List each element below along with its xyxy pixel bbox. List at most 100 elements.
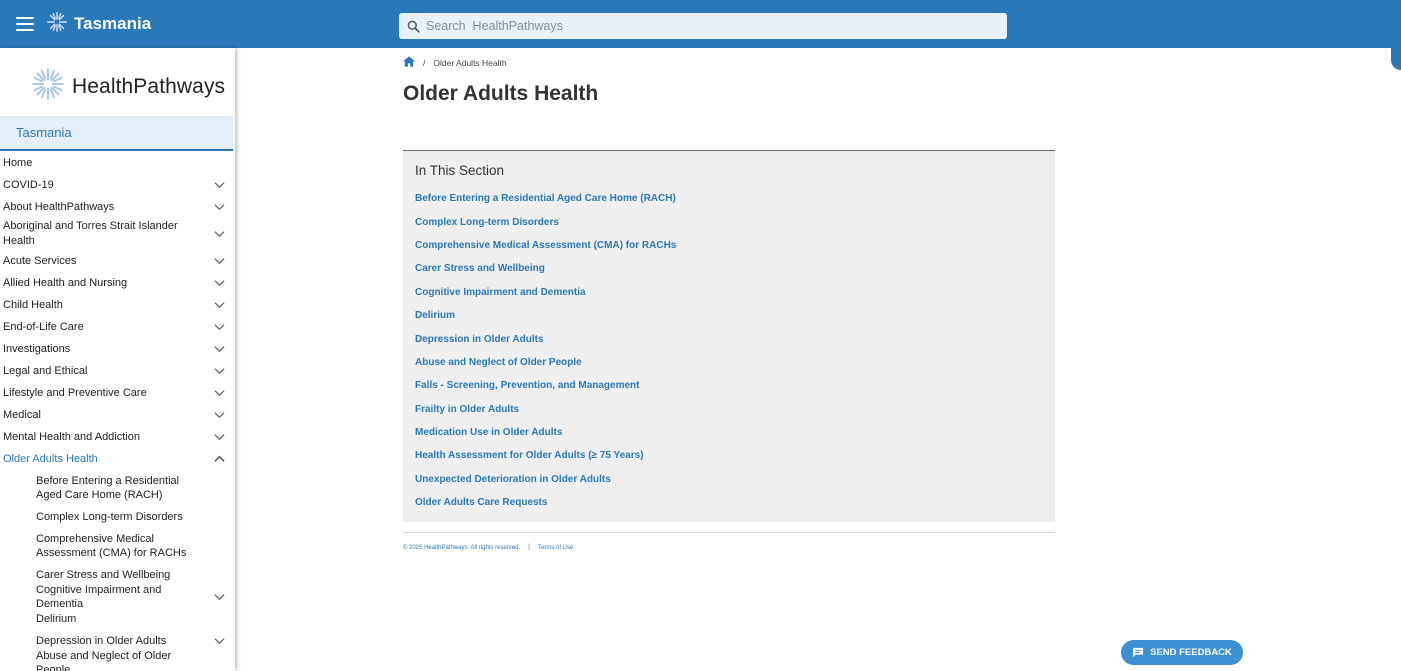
chevron-down-icon[interactable] (214, 300, 225, 309)
section-link-item: Medication Use in Older Adults (415, 421, 1055, 444)
sidebar-subitem-label: Before Entering a Residential Aged Care … (36, 475, 180, 501)
chevron-down-icon[interactable] (214, 322, 225, 331)
sidebar-item-label: Acute Services (3, 254, 77, 267)
sidebar-item[interactable]: Mental Health and Addiction (0, 426, 235, 448)
section-links: Before Entering a Residential Aged Care … (415, 187, 1055, 514)
section-link[interactable]: Carer Stress and Wellbeing (415, 263, 545, 274)
section-link[interactable]: Depression in Older Adults (415, 334, 544, 345)
chevron-down-icon[interactable] (214, 592, 225, 601)
chevron-down-icon[interactable] (214, 432, 225, 441)
sidebar-region-label: Tasmania (16, 125, 72, 140)
chevron-down-icon[interactable] (214, 344, 225, 353)
sidebar-item-label: Investigations (3, 342, 71, 355)
terms-link[interactable]: Terms of Use (538, 545, 573, 551)
chevron-down-icon[interactable] (214, 278, 225, 287)
section-link[interactable]: Abuse and Neglect of Older People (415, 357, 582, 368)
sidebar-item-label: Older Adults Health (3, 452, 98, 465)
sidebar-subitem[interactable]: Delirium (0, 608, 235, 630)
chevron-down-icon[interactable] (214, 256, 225, 265)
section-link-item: Before Entering a Residential Aged Care … (415, 187, 1055, 210)
sidebar-logo[interactable]: HealthPathways (30, 66, 225, 107)
copyright-text: © 2025 HealthPathways. All rights reserv… (403, 544, 521, 551)
search-input[interactable] (426, 19, 986, 33)
sidebar-subitem[interactable]: Cognitive Impairment and Dementia (0, 584, 235, 610)
section-link-item: Cognitive Impairment and Dementia (415, 281, 1055, 304)
sidebar-item[interactable]: Legal and Ethical (0, 360, 235, 382)
sidebar-subitem[interactable]: Comprehensive Medical Assessment (CMA) f… (0, 528, 235, 564)
page-title: Older Adults Health (403, 82, 599, 105)
sidebar-item-label: Allied Health and Nursing (3, 276, 128, 289)
section-link-item: Carer Stress and Wellbeing (415, 257, 1055, 280)
section-link-item: Falls - Screening, Prevention, and Manag… (415, 374, 1055, 397)
chevron-down-icon[interactable] (214, 180, 225, 189)
sidebar-subitem-label: Depression in Older Adults (36, 635, 167, 647)
sidebar-item-label: COVID-19 (3, 178, 54, 191)
sidebar-item[interactable]: Medical (0, 404, 235, 426)
breadcrumb: / Older Adults Health (403, 56, 507, 69)
section-link[interactable]: Cognitive Impairment and Dementia (415, 287, 586, 298)
sidebar-item-label: Aboriginal and Torres Strait Islander He… (3, 220, 178, 247)
send-feedback-button[interactable]: SEND FEEDBACK (1121, 640, 1243, 665)
sidebar-item[interactable]: Lifestyle and Preventive Care (0, 382, 235, 404)
logo-text: HealthPathways (72, 74, 226, 98)
chevron-up-icon[interactable] (214, 454, 225, 463)
sidebar-item-label: Home (3, 157, 33, 169)
sidebar-item[interactable]: Acute Services (0, 250, 235, 272)
sidebar-item[interactable]: Home (0, 153, 235, 174)
sidebar-subitem-label: Comprehensive Medical Assessment (CMA) f… (36, 533, 187, 559)
sidebar-item-label: About HealthPathways (3, 200, 115, 213)
sidebar-item[interactable]: Investigations (0, 338, 235, 360)
home-icon[interactable] (403, 56, 415, 69)
footer: © 2025 HealthPathways. All rights reserv… (403, 544, 573, 551)
section-link[interactable]: Complex Long-term Disorders (415, 217, 559, 228)
chevron-down-icon[interactable] (214, 410, 225, 419)
menu-icon[interactable] (16, 17, 34, 31)
sidebar-item-label: Medical (3, 408, 41, 421)
chevron-down-icon[interactable] (214, 388, 225, 397)
section-link[interactable]: Falls - Screening, Prevention, and Manag… (415, 380, 640, 391)
section-link[interactable]: Comprehensive Medical Assessment (CMA) f… (415, 240, 676, 251)
chevron-down-icon[interactable] (214, 366, 225, 375)
section-link-item: Depression in Older Adults (415, 327, 1055, 350)
sidebar-item[interactable]: About HealthPathways (0, 196, 235, 218)
search-box[interactable] (399, 13, 1007, 39)
section-link[interactable]: Older Adults Care Requests (415, 497, 547, 508)
section-link[interactable]: Before Entering a Residential Aged Care … (415, 193, 676, 204)
sidebar-subitem[interactable]: Complex Long-term Disorders (0, 506, 235, 528)
sidebar-subitem[interactable]: Abuse and Neglect of Older People (0, 650, 235, 671)
sidebar-item[interactable]: Allied Health and Nursing (0, 272, 235, 294)
section-link[interactable]: Delirium (415, 310, 455, 321)
sidebar-item[interactable]: End-of-Life Care (0, 316, 235, 338)
send-feedback-label: SEND FEEDBACK (1150, 647, 1232, 658)
sidebar-subitem-label: Abuse and Neglect of Older People (36, 650, 172, 671)
section-link-item: Unexpected Deterioration in Older Adults (415, 468, 1055, 491)
region-title: Tasmania (74, 14, 152, 33)
sidebar: HealthPathways Tasmania Home COVID-19 Abou… (0, 48, 235, 671)
chevron-down-icon[interactable] (214, 229, 225, 238)
sidebar-item-label: Mental Health and Addiction (3, 430, 140, 443)
sidebar-subitem-label: Delirium (36, 613, 77, 625)
sidebar-item[interactable]: COVID-19 (0, 174, 235, 196)
sidebar-subitem-label: Cognitive Impairment and Dementia (36, 584, 162, 610)
section-link-item: Abuse and Neglect of Older People (415, 351, 1055, 374)
sidebar-subitem[interactable]: Before Entering a Residential Aged Care … (0, 470, 235, 506)
section-link-item: Health Assessment for Older Adults (≥ 75… (415, 444, 1055, 467)
healthpathways-logo-icon (30, 66, 66, 107)
top-bar: Tasmania (0, 0, 1401, 48)
section-link[interactable]: Health Assessment for Older Adults (≥ 75… (415, 450, 644, 461)
section-heading: In This Section (415, 163, 505, 178)
chevron-down-icon[interactable] (214, 636, 225, 645)
chevron-down-icon[interactable] (214, 202, 225, 211)
footer-separator: | (528, 544, 530, 551)
section-link[interactable]: Frailty in Older Adults (415, 404, 519, 415)
sidebar-item-label: Lifestyle and Preventive Care (3, 386, 147, 399)
section-link[interactable]: Unexpected Deterioration in Older Adults (415, 474, 611, 485)
section-link[interactable]: Medication Use in Older Adults (415, 427, 562, 438)
sidebar-item[interactable]: Child Health (0, 294, 235, 316)
section-link-item: Complex Long-term Disorders (415, 210, 1055, 233)
section-link-item: Comprehensive Medical Assessment (CMA) f… (415, 234, 1055, 257)
sidebar-item[interactable]: Older Adults Health (0, 448, 235, 470)
side-tab[interactable] (1391, 36, 1401, 70)
sidebar-region[interactable]: Tasmania (0, 116, 233, 151)
sidebar-item[interactable]: Aboriginal and Torres Strait Islander He… (0, 218, 235, 250)
